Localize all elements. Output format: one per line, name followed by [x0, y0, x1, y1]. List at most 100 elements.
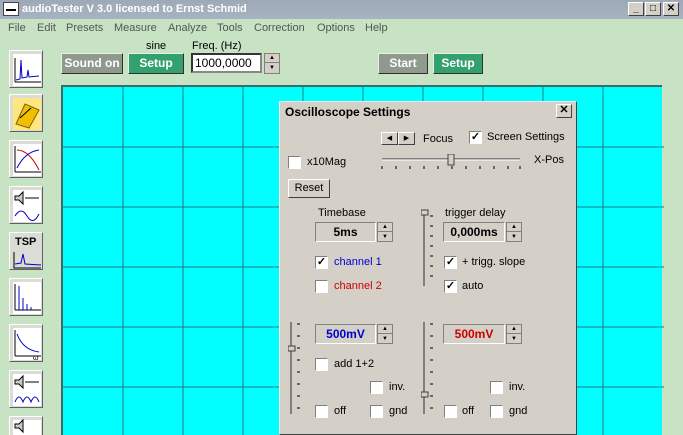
ch1-off-checkbox[interactable]: [315, 405, 328, 418]
impulse-icon: [13, 282, 41, 314]
frequency-spinner[interactable]: ▲ ▼: [264, 53, 280, 74]
add12-checkbox[interactable]: [315, 358, 328, 371]
oscilloscope-settings-dialog: Oscilloscope Settings ✕ ◀ ▶ Focus ✓ Scre…: [279, 101, 577, 435]
ch2-volts-spinner[interactable]: ▲ ▼: [506, 324, 522, 344]
window-title: audioTester V 3.0 licensed to Ernst Schm…: [22, 3, 247, 15]
spectrum-tool-button[interactable]: [9, 50, 43, 88]
ch1-gnd-label: gnd: [389, 405, 408, 417]
speaker-tool-button[interactable]: [9, 186, 43, 224]
ch2-off-checkbox[interactable]: [444, 405, 457, 418]
minimize-button[interactable]: _: [628, 2, 644, 16]
focus-left-button[interactable]: ◀: [381, 132, 398, 145]
add12-label: add 1+2: [334, 358, 375, 370]
maximize-button[interactable]: □: [645, 2, 661, 16]
ch1-volts-spinner[interactable]: ▲ ▼: [377, 324, 393, 344]
speaker-icon: [13, 190, 41, 222]
ch2-position-slider[interactable]: [421, 320, 435, 416]
waveform-label: sine: [146, 40, 167, 52]
menu-presets[interactable]: Presets: [66, 22, 103, 34]
auto-label: auto: [462, 280, 484, 292]
speaker-wave-icon: [13, 374, 41, 406]
generator-setup-button[interactable]: Setup: [128, 53, 184, 74]
arrow-right-icon: ▶: [403, 135, 410, 142]
ch2-inv-checkbox[interactable]: [490, 381, 503, 394]
spin-up-icon[interactable]: ▲: [378, 325, 392, 334]
spin-down-icon[interactable]: ▼: [378, 233, 392, 242]
trigger-delay-slider[interactable]: [421, 208, 435, 288]
spin-up-icon[interactable]: ▲: [378, 223, 392, 232]
title-bar: audioTester V 3.0 licensed to Ernst Schm…: [0, 0, 683, 19]
trigg-slope-label: + trigg. slope: [462, 256, 526, 268]
check-icon: ✓: [470, 131, 481, 143]
freq-label: Freq. (Hz): [192, 40, 242, 52]
trigg-slope-checkbox[interactable]: ✓: [444, 256, 457, 269]
spectrum-icon: [13, 54, 41, 86]
menu-file[interactable]: File: [8, 22, 26, 34]
check-icon: ✓: [316, 256, 327, 268]
spin-up-icon[interactable]: ▲: [265, 54, 279, 63]
ch1-position-slider[interactable]: [288, 320, 302, 416]
spin-down-icon[interactable]: ▼: [378, 335, 392, 344]
timebase-label: Timebase: [318, 207, 366, 219]
scope-setup-button[interactable]: Setup: [433, 53, 483, 74]
menu-bar: File Edit Presets Measure Analyze Tools …: [0, 19, 683, 38]
dialog-close-button[interactable]: ✕: [556, 104, 572, 118]
menu-options[interactable]: Options: [317, 22, 355, 34]
sound-on-button[interactable]: Sound on: [61, 53, 123, 74]
close-button[interactable]: ✕: [663, 2, 679, 16]
tsp-icon: [13, 252, 42, 269]
arrow-left-icon: ◀: [386, 135, 393, 142]
xpos-label: X-Pos: [534, 154, 564, 166]
screen-settings-label: Screen Settings: [487, 131, 565, 143]
response-tool-button[interactable]: ω: [9, 324, 43, 362]
channel1-checkbox[interactable]: ✓: [315, 256, 328, 269]
svg-text:ω: ω: [33, 355, 39, 362]
response-curve-icon: ω: [13, 328, 41, 362]
impulse-tool-button[interactable]: [9, 278, 43, 316]
focus-right-button[interactable]: ▶: [398, 132, 415, 145]
tool-sidebar: TSP ω: [0, 38, 52, 435]
generator-icon: [13, 98, 41, 130]
timebase-value: 5ms: [315, 222, 376, 242]
menu-tools[interactable]: Tools: [217, 22, 243, 34]
spin-down-icon[interactable]: ▼: [265, 64, 279, 73]
menu-correction[interactable]: Correction: [254, 22, 305, 34]
speaker3-tool-button[interactable]: [9, 416, 43, 435]
spin-up-icon[interactable]: ▲: [507, 223, 521, 232]
reset-button[interactable]: Reset: [288, 179, 330, 198]
ch2-volts-value: 500mV: [443, 324, 505, 344]
ch1-volts-value: 500mV: [315, 324, 376, 344]
x10mag-label: x10Mag: [307, 156, 347, 168]
menu-analyze[interactable]: Analyze: [168, 22, 207, 34]
tsp-label: TSP: [15, 236, 37, 248]
start-button[interactable]: Start: [378, 53, 428, 74]
ch2-inv-label: inv.: [509, 381, 526, 393]
filter-curve-icon: [13, 144, 41, 176]
screen-settings-checkbox[interactable]: ✓: [469, 131, 482, 144]
spin-down-icon[interactable]: ▼: [507, 233, 521, 242]
menu-edit[interactable]: Edit: [37, 22, 56, 34]
speaker2-tool-button[interactable]: [9, 370, 43, 408]
menu-help[interactable]: Help: [365, 22, 388, 34]
menu-measure[interactable]: Measure: [114, 22, 157, 34]
ch2-gnd-label: gnd: [509, 405, 528, 417]
ch1-inv-checkbox[interactable]: [370, 381, 383, 394]
generator-tool-button[interactable]: [9, 94, 43, 132]
auto-checkbox[interactable]: ✓: [444, 280, 457, 293]
trigger-delay-spinner[interactable]: ▲ ▼: [506, 222, 522, 242]
check-icon: ✓: [445, 280, 456, 292]
x10mag-checkbox[interactable]: [288, 156, 301, 169]
ch1-inv-label: inv.: [389, 381, 406, 393]
timebase-spinner[interactable]: ▲ ▼: [377, 222, 393, 242]
xpos-slider[interactable]: [380, 154, 525, 170]
spin-up-icon[interactable]: ▲: [507, 325, 521, 334]
channel1-label: channel 1: [334, 256, 382, 268]
frequency-input[interactable]: 1000,0000: [191, 53, 262, 73]
tsp-tool-button[interactable]: TSP: [9, 232, 43, 270]
channel2-checkbox[interactable]: [315, 280, 328, 293]
ch1-gnd-checkbox[interactable]: [370, 405, 383, 418]
filter-tool-button[interactable]: [9, 140, 43, 178]
spin-down-icon[interactable]: ▼: [507, 335, 521, 344]
speaker-small-icon: [13, 418, 41, 435]
ch2-gnd-checkbox[interactable]: [490, 405, 503, 418]
